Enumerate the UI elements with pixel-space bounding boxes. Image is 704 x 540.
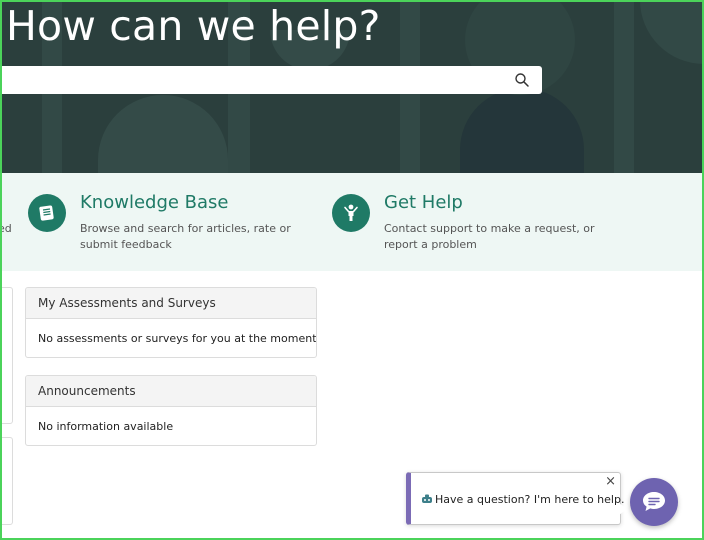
search-bar: [0, 66, 542, 94]
left-widget-partial: [0, 287, 13, 424]
chat-prompt-label: Have a question? I'm here to help.: [435, 493, 625, 506]
card-description: Browse and search for articles, rate or …: [80, 222, 291, 251]
chat-prompt-bubble[interactable]: × Have a question? I'm here to help.: [406, 472, 624, 525]
chat-launcher-button[interactable]: [630, 478, 678, 526]
close-icon[interactable]: ×: [605, 475, 616, 489]
search-input[interactable]: [0, 66, 496, 94]
card-title[interactable]: Get Help: [384, 192, 463, 213]
hero-banner: How can we help?: [0, 0, 704, 173]
partial-card-text: ed: [0, 222, 12, 235]
panel-empty-message: No assessments or surveys for you at the…: [38, 332, 317, 345]
left-widget-partial: [0, 437, 13, 525]
person-icon: [332, 194, 370, 232]
card-description: Contact support to make a request, or re…: [384, 222, 595, 251]
panel-empty-message: No information available: [38, 420, 174, 433]
chat-prompt-text: Have a question? I'm here to help.: [421, 493, 624, 506]
chat-bubble-icon: [643, 492, 665, 511]
page-title: How can we help?: [6, 2, 381, 50]
panel-assessments-surveys: My Assessments and Surveys No assessment…: [25, 287, 317, 358]
panel-title: Announcements: [26, 376, 316, 407]
panel-title: My Assessments and Surveys: [26, 288, 316, 319]
book-icon: [28, 194, 66, 232]
bot-icon: [422, 494, 432, 503]
panel-announcements: Announcements No information available: [25, 375, 317, 446]
card-title[interactable]: Knowledge Base: [80, 192, 229, 213]
chat-bubble-tail: [619, 503, 627, 515]
search-icon[interactable]: [514, 72, 530, 88]
